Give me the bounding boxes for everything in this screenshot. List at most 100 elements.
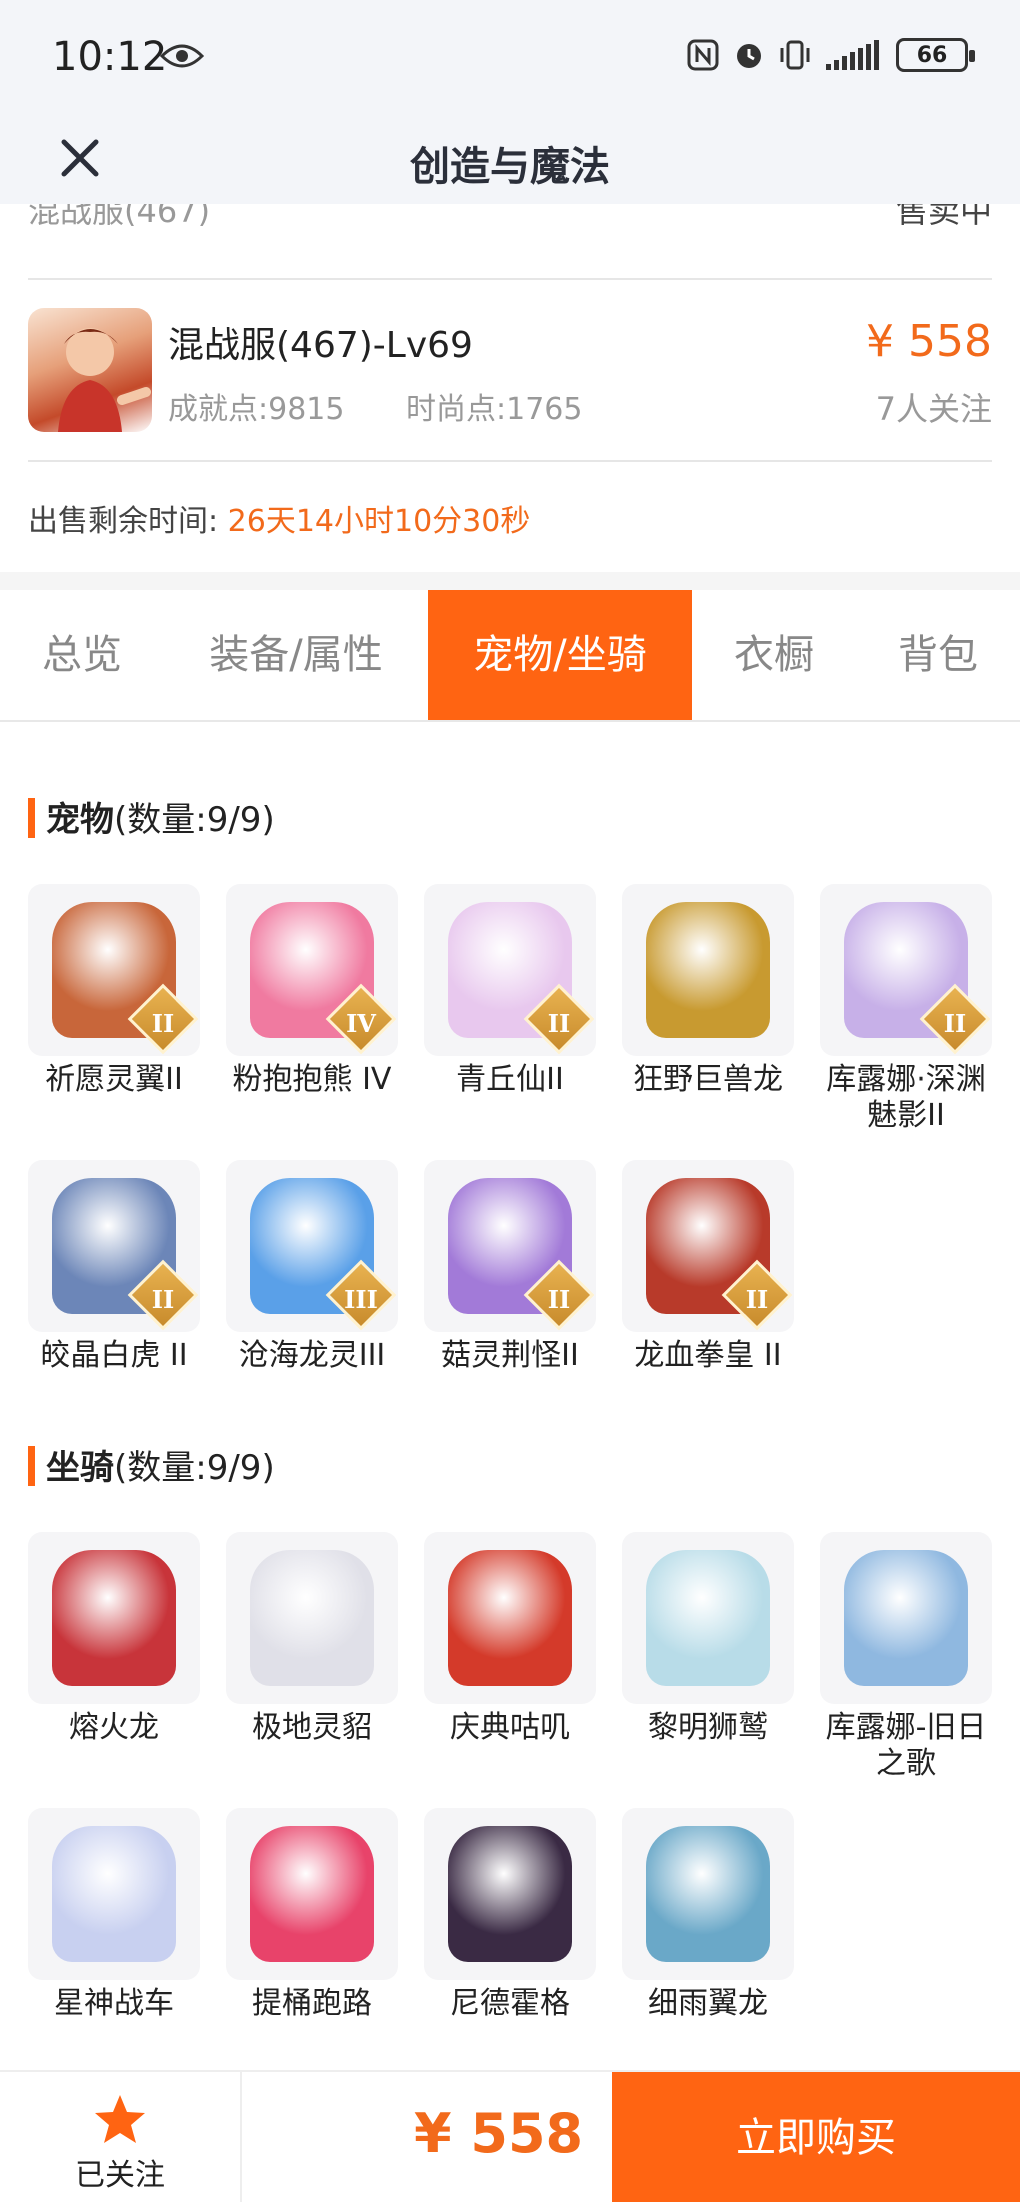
tab-pets-mounts[interactable]: 宠物/坐骑 (428, 590, 692, 720)
tier-label: II (745, 1285, 769, 1314)
mount-item[interactable]: 尼德霍格 (424, 1808, 596, 2022)
mount-image (250, 1550, 374, 1686)
pet-item[interactable]: II 库露娜·深渊魅影II (820, 884, 992, 1134)
achievement-points: 成就点:9815 (168, 392, 345, 427)
tab-bar: 总览 装备/属性 宠物/坐骑 衣橱 背包 (0, 590, 1020, 722)
pet-image (646, 902, 770, 1038)
mount-thumbnail (820, 1532, 992, 1704)
tier-label: IV (346, 1009, 376, 1038)
mount-name: 库露娜-旧日之歌 (825, 1710, 987, 1781)
pet-item[interactable]: II 皎晶白虎 II (28, 1160, 200, 1374)
tier-label: II (547, 1285, 571, 1314)
sale-timer: 出售剩余时间: 26天14小时10分30秒 (28, 496, 530, 540)
tab-wardrobe[interactable]: 衣橱 (692, 590, 856, 720)
star-icon (95, 2095, 145, 2143)
mount-thumbnail (622, 1808, 794, 1980)
character-avatar (28, 308, 152, 432)
tier-label: II (151, 1285, 175, 1314)
nfc-icon (687, 39, 719, 71)
mount-name: 星神战车 (54, 1986, 174, 2021)
tab-overview[interactable]: 总览 (0, 590, 164, 720)
mount-name: 极地灵貂 (252, 1710, 372, 1745)
bottom-price: ¥ 558 (414, 2102, 584, 2165)
pet-name: 沧海龙灵III (238, 1338, 386, 1373)
mount-name: 细雨翼龙 (648, 1986, 768, 2021)
buy-now-button[interactable]: 立即购买 (612, 2072, 1020, 2202)
mount-item[interactable]: 提桶跑路 (226, 1808, 398, 2022)
mount-name: 庆典咕叽 (450, 1710, 570, 1745)
follow-button[interactable]: 已关注 (0, 2072, 242, 2202)
pet-name: 青丘仙II (456, 1062, 564, 1097)
pet-thumbnail: II (424, 884, 596, 1056)
timer-label: 出售剩余时间: (28, 504, 219, 539)
mount-item[interactable]: 极地灵貂 (226, 1532, 398, 1746)
app-bar: 创造与魔法 (0, 118, 1020, 204)
pet-item[interactable]: IV 粉抱抱熊 IV (226, 884, 398, 1098)
pet-item[interactable]: II 菇灵荆怪II (424, 1160, 596, 1374)
follower-count: 7人关注 (875, 390, 992, 428)
mount-image (52, 1550, 176, 1686)
tier-label: II (943, 1009, 967, 1038)
alarm-icon (737, 44, 761, 68)
pet-thumbnail: IV (226, 884, 398, 1056)
fashion-points: 时尚点:1765 (406, 392, 583, 427)
mount-item[interactable]: 熔火龙 (28, 1532, 200, 1746)
pet-thumbnail: II (28, 1160, 200, 1332)
pet-name: 库露娜·深渊魅影II (826, 1062, 986, 1133)
pet-thumbnail: II (28, 884, 200, 1056)
mount-item[interactable]: 细雨翼龙 (622, 1808, 794, 2022)
timer-value: 26天14小时10分30秒 (227, 504, 531, 539)
mount-image (844, 1550, 968, 1686)
pets-count: (数量:9/9) (114, 800, 275, 840)
tab-backpack[interactable]: 背包 (856, 590, 1020, 720)
pet-name: 粉抱抱熊 IV (232, 1062, 392, 1097)
character-card[interactable]: 混战服(467)-Lv69 成就点:9815 时尚点:1765 ¥ 558 7人… (0, 280, 1020, 464)
pets-title: 宠物 (46, 800, 114, 840)
mount-image (250, 1826, 374, 1962)
mount-thumbnail (226, 1532, 398, 1704)
mount-image (646, 1550, 770, 1686)
pet-thumbnail: II (424, 1160, 596, 1332)
vibrate-icon (780, 40, 810, 70)
pet-item[interactable]: II 祈愿灵翼II (28, 884, 200, 1098)
mount-item[interactable]: 库露娜-旧日之歌 (820, 1532, 992, 1782)
pet-thumbnail: III (226, 1160, 398, 1332)
mount-item[interactable]: 星神战车 (28, 1808, 200, 2022)
mount-name: 尼德霍格 (450, 1986, 570, 2021)
mount-item[interactable]: 黎明狮鹫 (622, 1532, 794, 1746)
pet-name: 祈愿灵翼II (45, 1062, 183, 1097)
mount-name: 提桶跑路 (252, 1986, 372, 2021)
mount-thumbnail (622, 1532, 794, 1704)
mount-name: 黎明狮鹫 (648, 1710, 768, 1745)
mount-thumbnail (424, 1532, 596, 1704)
pet-item[interactable]: 狂野巨兽龙 (622, 884, 794, 1098)
mount-thumbnail (226, 1808, 398, 1980)
peek-server: 混战服(467) (28, 204, 211, 230)
pet-name: 菇灵荆怪II (441, 1338, 579, 1373)
pet-item[interactable]: II 龙血拳皇 II (622, 1160, 794, 1374)
mount-thumbnail (424, 1808, 596, 1980)
section-separator (0, 572, 1020, 590)
peek-status: 售卖中 (895, 204, 992, 230)
mount-image (52, 1826, 176, 1962)
mount-image (448, 1550, 572, 1686)
pet-thumbnail: II (622, 1160, 794, 1332)
tab-equipment[interactable]: 装备/属性 (164, 590, 428, 720)
mount-item[interactable]: 庆典咕叽 (424, 1532, 596, 1746)
mount-image (448, 1826, 572, 1962)
pet-name: 狂野巨兽龙 (633, 1062, 783, 1097)
status-bar: 10:12 66 (0, 0, 1020, 118)
bottom-action-bar: 已关注 ¥ 558 立即购买 (0, 2070, 1020, 2202)
server-peek-row: 混战服(467) 售卖中 (0, 204, 1020, 276)
mount-image (646, 1826, 770, 1962)
status-icons: 66 (686, 38, 975, 72)
pet-item[interactable]: II 青丘仙II (424, 884, 596, 1098)
tier-label: II (151, 1009, 175, 1038)
character-name: 混战服(467)-Lv69 (168, 325, 473, 366)
eye-icon (160, 44, 204, 68)
pet-item[interactable]: III 沧海龙灵III (226, 1160, 398, 1374)
mounts-count: (数量:9/9) (114, 1448, 275, 1488)
character-price: ¥ 558 (866, 316, 992, 367)
mounts-section-title: 坐骑(数量:9/9) (28, 1440, 275, 1489)
status-time: 10:12 (52, 34, 168, 80)
